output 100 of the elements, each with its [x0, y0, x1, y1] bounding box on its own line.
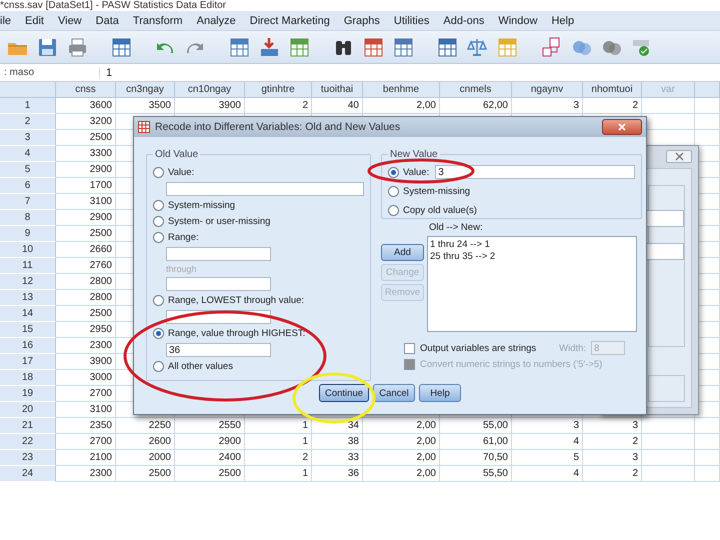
column-header[interactable]: cnmels — [440, 82, 512, 98]
menu-item[interactable]: View — [58, 14, 82, 26]
row-header[interactable]: 7 — [0, 194, 56, 210]
menu-item[interactable]: Analyze — [196, 14, 236, 26]
list-item[interactable]: 1 thru 24 --> 1 — [430, 239, 634, 250]
row-header[interactable]: 2 — [0, 114, 56, 130]
menu-item[interactable]: Graphs — [344, 14, 380, 26]
radio-button[interactable] — [388, 186, 399, 197]
menu-item[interactable]: ile — [0, 14, 12, 26]
window-icon[interactable] — [110, 36, 132, 58]
row-header[interactable]: 12 — [0, 274, 56, 290]
list-action-button[interactable]: Add — [381, 244, 424, 261]
close-button[interactable] — [602, 119, 642, 135]
row-header[interactable]: 14 — [0, 306, 56, 322]
checkbox-label[interactable]: Output variables are strings — [420, 342, 536, 354]
menu-item[interactable]: Transform — [132, 14, 183, 26]
dialog-button[interactable]: Cancel — [373, 384, 416, 402]
printer-icon[interactable] — [66, 36, 88, 58]
menu-item[interactable]: Data — [96, 14, 119, 26]
mapping-list[interactable]: 1 thru 24 --> 1 25 thru 35 --> 2 — [427, 236, 637, 332]
checkbox[interactable] — [404, 342, 415, 354]
row-header[interactable]: 16 — [0, 338, 56, 354]
menu-item[interactable]: Utilities — [394, 14, 430, 26]
table-cell: 2500 — [56, 226, 116, 242]
row-header[interactable]: 9 — [0, 226, 56, 242]
radio-label[interactable]: Range: — [168, 232, 199, 243]
radio-button[interactable] — [153, 295, 164, 306]
input-field[interactable] — [166, 182, 364, 196]
table-cell: 2900 — [175, 434, 245, 450]
radio-button[interactable] — [153, 328, 164, 339]
close-icon — [674, 152, 684, 160]
column-header[interactable]: nhomtuoi — [583, 82, 642, 98]
radio-label[interactable]: Range, LOWEST through value: — [168, 295, 304, 306]
menu-item[interactable]: Add-ons — [443, 14, 484, 26]
row-header[interactable]: 20 — [0, 402, 56, 418]
row-header[interactable]: 13 — [0, 290, 56, 306]
menu-item[interactable]: Edit — [25, 14, 44, 26]
radio-label[interactable]: System-missing — [403, 186, 470, 197]
row-header[interactable]: 18 — [0, 370, 56, 386]
value-labels-icon[interactable] — [540, 36, 562, 58]
radio-button[interactable] — [388, 166, 399, 178]
menu-item[interactable]: Help — [551, 14, 574, 26]
radio-button[interactable] — [153, 200, 164, 211]
columns-icon[interactable] — [288, 36, 310, 58]
column-header[interactable]: ngaynv — [512, 82, 583, 98]
list-item[interactable]: 25 thru 35 --> 2 — [430, 251, 634, 262]
column-header[interactable]: tuoithai — [312, 82, 363, 98]
row-header[interactable]: 22 — [0, 434, 56, 450]
close-button[interactable] — [666, 150, 692, 162]
table-cell: 2800 — [56, 274, 116, 290]
row-header[interactable]: 3 — [0, 130, 56, 146]
input-field[interactable] — [166, 247, 271, 261]
row-header[interactable]: 8 — [0, 210, 56, 226]
column-header[interactable]: gtinhtre — [245, 82, 312, 98]
radio-label[interactable]: Copy old value(s) — [403, 205, 477, 216]
input-field[interactable]: 36 — [166, 343, 271, 357]
radio-label[interactable]: Range, value through HIGHEST: — [168, 328, 306, 339]
row-header[interactable]: 19 — [0, 386, 56, 402]
table-cell: 2950 — [56, 322, 116, 338]
radio-label[interactable]: All other values — [168, 361, 233, 372]
row-header[interactable]: 10 — [0, 242, 56, 258]
row-header[interactable]: 1 — [0, 98, 56, 114]
menu-item[interactable]: Window — [498, 14, 538, 26]
table-icon[interactable] — [436, 36, 458, 58]
radio-button[interactable] — [153, 216, 164, 227]
close-icon — [618, 123, 626, 131]
radio-button[interactable] — [153, 361, 164, 372]
radio-button[interactable] — [153, 167, 164, 178]
column-header[interactable]: benhme — [363, 82, 440, 98]
row-header[interactable]: 6 — [0, 178, 56, 194]
row-header[interactable]: 17 — [0, 354, 56, 370]
scale-icon[interactable] — [466, 36, 488, 58]
dialog-button[interactable]: Continue — [318, 384, 370, 402]
grid-icon[interactable] — [228, 36, 250, 58]
row-header[interactable]: 11 — [0, 258, 56, 274]
input-field[interactable] — [166, 277, 271, 291]
column-header[interactable]: cn3ngay — [116, 82, 175, 98]
column-header[interactable]: cnss — [56, 82, 116, 98]
row-header[interactable]: 23 — [0, 450, 56, 466]
input-field[interactable]: 3 — [435, 165, 636, 179]
dialog-button[interactable]: Help — [419, 384, 462, 402]
radio-label[interactable]: System-missing — [168, 200, 236, 211]
row-header[interactable]: 21 — [0, 418, 56, 434]
row-header[interactable]: 4 — [0, 146, 56, 162]
menu-item[interactable]: Direct Marketing — [250, 14, 330, 26]
row-header[interactable]: 15 — [0, 322, 56, 338]
row-header[interactable]: 24 — [0, 466, 56, 482]
radio-label[interactable]: Value: — [403, 166, 430, 178]
radio-button[interactable] — [388, 205, 399, 216]
table-cell: 3900 — [56, 354, 116, 370]
row-header[interactable]: 5 — [0, 162, 56, 178]
radio-label[interactable]: System- or user-missing — [168, 216, 270, 227]
radio-label[interactable]: Value: — [168, 167, 194, 178]
download-icon[interactable] — [258, 36, 280, 58]
radio-button[interactable] — [153, 232, 164, 243]
grid-icon[interactable] — [392, 36, 414, 58]
cell-value[interactable]: 1 — [99, 66, 112, 78]
column-header[interactable]: cn10ngay — [175, 82, 245, 98]
grid-icon[interactable] — [362, 36, 384, 58]
save-icon[interactable] — [36, 36, 58, 58]
